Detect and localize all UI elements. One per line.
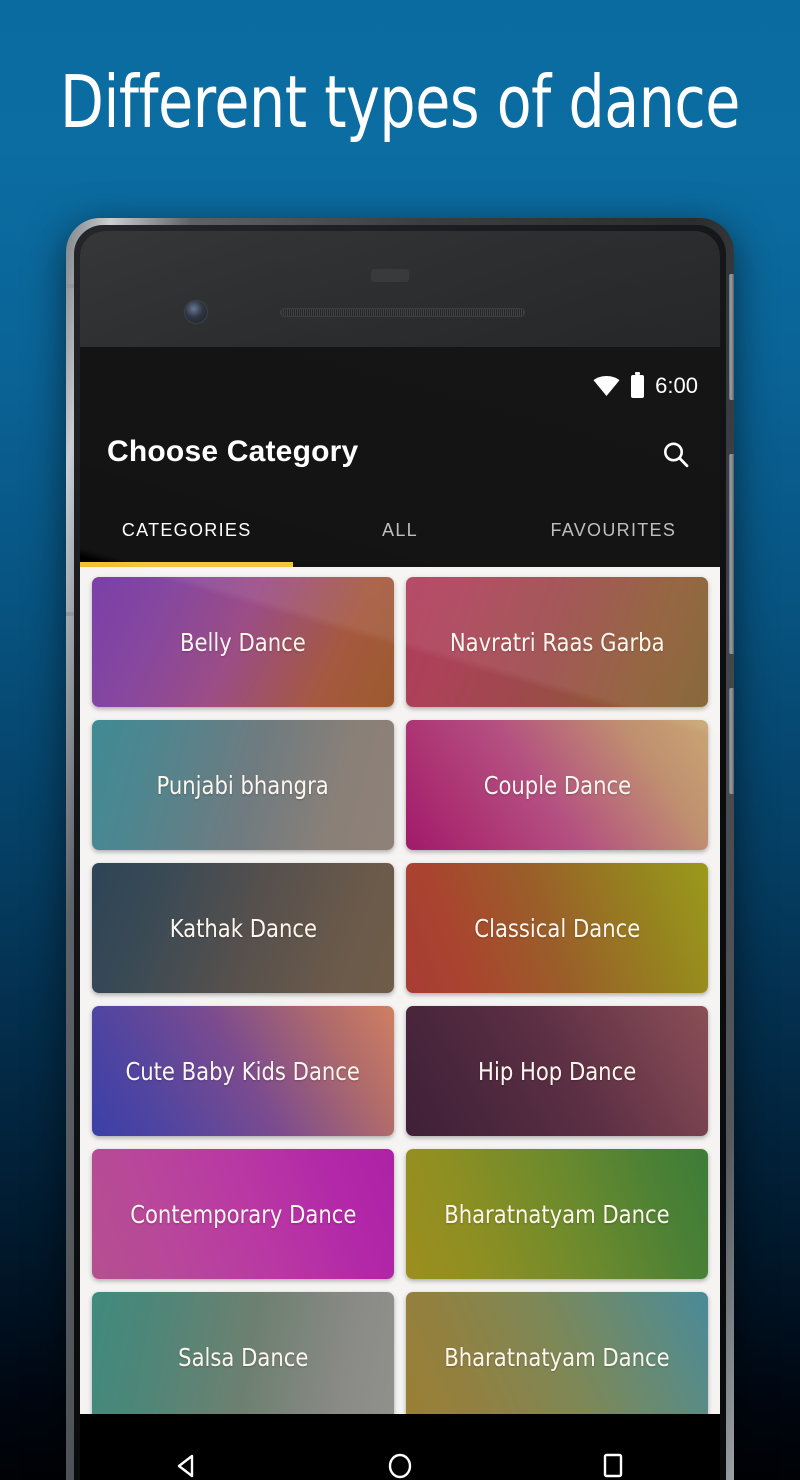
recents-square-icon <box>604 1453 623 1478</box>
category-card-label: Couple Dance <box>483 770 631 800</box>
category-card[interactable]: Salsa Dance <box>92 1292 394 1422</box>
app-bar: Choose Category <box>80 419 720 501</box>
category-card-label: Contemporary Dance <box>129 1199 357 1229</box>
category-card[interactable]: Bharatnatyam Dance <box>406 1149 708 1279</box>
category-card[interactable]: Contemporary Dance <box>92 1149 394 1279</box>
search-icon <box>664 442 689 468</box>
app-screen: 6:00 Choose Category CATEGORIES ALL FAVO… <box>80 347 720 1480</box>
wifi-icon <box>593 376 620 396</box>
battery-full-icon <box>631 371 645 398</box>
category-card[interactable]: Belly Dance <box>92 577 394 707</box>
status-bar: 6:00 <box>80 347 720 419</box>
home-button[interactable] <box>368 1434 432 1480</box>
category-list-container[interactable]: Belly Dance Navratri Raas Garba Punjabi … <box>80 567 720 1480</box>
status-bar-icons: 6:00 <box>593 371 698 399</box>
power-button[interactable] <box>729 454 734 654</box>
app-bar-title: Choose Category <box>107 435 359 468</box>
home-circle-icon <box>388 1453 412 1479</box>
category-card[interactable]: Cute Baby Kids Dance <box>92 1006 394 1136</box>
clock-label: 6:00 <box>655 373 698 398</box>
promo-banner: Different types of dance 6:00 Choose Cat… <box>0 0 800 1480</box>
category-card-label: Bharatnatyam Dance <box>444 1342 670 1372</box>
category-card[interactable]: Hip Hop Dance <box>406 1006 708 1136</box>
category-card-label: Punjabi bhangra <box>156 770 330 800</box>
category-card-label: Kathak Dance <box>169 913 317 943</box>
tab-bar: CATEGORIES ALL FAVOURITES <box>80 501 720 567</box>
category-card-label: Salsa Dance <box>177 1342 309 1372</box>
android-navigation-bar <box>80 1414 720 1480</box>
category-card-label: Bharatnatyam Dance <box>444 1199 670 1229</box>
back-button[interactable] <box>155 1434 219 1480</box>
category-card[interactable]: Couple Dance <box>406 720 708 850</box>
tab-all[interactable]: ALL <box>293 501 506 567</box>
category-card-label: Classical Dance <box>474 913 640 943</box>
category-card[interactable]: Bharatnatyam Dance <box>406 1292 708 1422</box>
category-card-label: Navratri Raas Garba <box>449 627 665 657</box>
proximity-sensor-icon <box>371 269 409 282</box>
back-triangle-icon <box>177 1454 193 1478</box>
category-card[interactable]: Navratri Raas Garba <box>406 577 708 707</box>
tab-favourites[interactable]: FAVOURITES <box>507 501 720 567</box>
phone-bezel: 6:00 Choose Category CATEGORIES ALL FAVO… <box>74 225 726 1480</box>
recents-button[interactable] <box>581 1434 645 1480</box>
extra-side-button[interactable] <box>729 688 734 794</box>
page-title: Different types of dance <box>60 60 740 144</box>
tab-categories[interactable]: CATEGORIES <box>80 501 293 567</box>
category-grid: Belly Dance Navratri Raas Garba Punjabi … <box>92 577 708 1422</box>
category-card-label: Belly Dance <box>180 627 306 657</box>
volume-button[interactable] <box>729 274 734 400</box>
category-card[interactable]: Classical Dance <box>406 863 708 993</box>
phone-device-mockup: 6:00 Choose Category CATEGORIES ALL FAVO… <box>66 218 734 1480</box>
front-camera-icon <box>185 301 207 323</box>
phone-top-hardware <box>80 231 720 347</box>
phone-glass: 6:00 Choose Category CATEGORIES ALL FAVO… <box>80 231 720 1480</box>
category-card-label: Cute Baby Kids Dance <box>125 1056 361 1086</box>
category-card[interactable]: Punjabi bhangra <box>92 720 394 850</box>
category-card[interactable]: Kathak Dance <box>92 863 394 993</box>
category-card-label: Hip Hop Dance <box>477 1056 637 1086</box>
search-button[interactable] <box>654 433 698 477</box>
earpiece-speaker-grille <box>280 308 525 317</box>
